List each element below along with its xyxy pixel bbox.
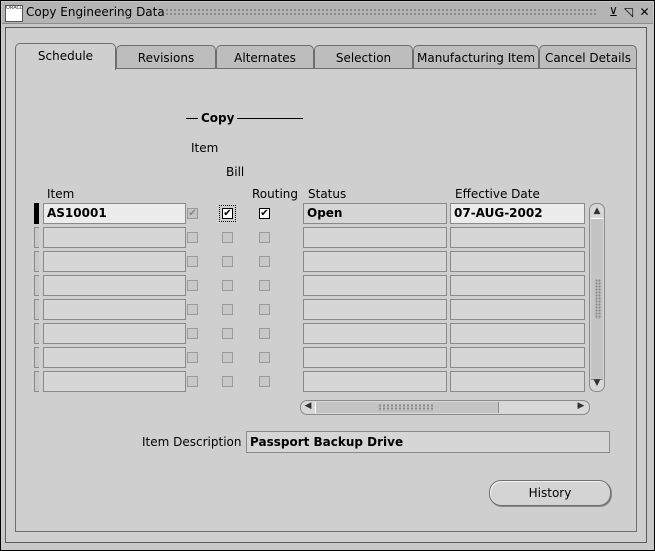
tab-selection[interactable]: Selection bbox=[314, 45, 413, 68]
copy-routing-checkbox[interactable] bbox=[259, 280, 270, 291]
row-indicator[interactable] bbox=[34, 227, 39, 248]
copy-bill-checkbox[interactable] bbox=[222, 376, 233, 387]
item-cell[interactable] bbox=[43, 323, 186, 344]
status-cell[interactable] bbox=[303, 299, 447, 320]
copy-bill-checkbox[interactable] bbox=[222, 256, 233, 267]
copy-item-checkbox[interactable] bbox=[187, 376, 198, 387]
tab-schedule[interactable]: Schedule bbox=[15, 43, 116, 70]
copy-group-title: Copy bbox=[201, 111, 235, 125]
tab-revisions[interactable]: Revisions bbox=[116, 45, 216, 68]
copy-routing-header: Routing bbox=[252, 187, 299, 201]
status-cell[interactable] bbox=[303, 347, 447, 368]
copy-item-checkbox[interactable] bbox=[187, 328, 198, 339]
item-cell[interactable] bbox=[43, 347, 186, 368]
effective-date-cell[interactable] bbox=[450, 227, 585, 248]
focus-indicator bbox=[219, 205, 236, 222]
effective-date-cell[interactable]: 07-AUG-2002 bbox=[450, 203, 585, 224]
maximize-icon[interactable]: ◹ bbox=[622, 5, 635, 19]
copy-item-checkbox[interactable] bbox=[187, 256, 198, 267]
item-description-field[interactable]: Passport Backup Drive bbox=[246, 431, 610, 453]
copy-routing-checkbox[interactable]: ✔ bbox=[259, 208, 270, 219]
copy-bill-checkbox[interactable] bbox=[222, 304, 233, 315]
copy-group-line-left bbox=[186, 118, 198, 119]
status-cell[interactable] bbox=[303, 371, 447, 392]
tab-cancel-details[interactable]: Cancel Details bbox=[539, 45, 637, 68]
horizontal-scroll-thumb[interactable] bbox=[315, 402, 499, 413]
row-indicator[interactable] bbox=[34, 275, 39, 296]
row-indicator[interactable] bbox=[34, 251, 39, 272]
close-icon[interactable]: ✕ bbox=[638, 5, 651, 19]
item-cell[interactable] bbox=[43, 371, 186, 392]
copy-routing-checkbox[interactable] bbox=[259, 232, 270, 243]
effective-date-cell[interactable] bbox=[450, 347, 585, 368]
copy-bill-header: Bill bbox=[226, 165, 245, 179]
row-indicator[interactable] bbox=[34, 299, 39, 320]
row-indicator[interactable] bbox=[34, 371, 39, 392]
copy-routing-checkbox[interactable] bbox=[259, 376, 270, 387]
item-cell[interactable] bbox=[43, 227, 186, 248]
copy-item-header: Item bbox=[191, 141, 219, 155]
item-description-label: Item Description bbox=[142, 435, 242, 449]
copy-routing-checkbox[interactable] bbox=[259, 304, 270, 315]
copy-routing-checkbox[interactable] bbox=[259, 328, 270, 339]
copy-bill-checkbox[interactable] bbox=[222, 328, 233, 339]
status-cell[interactable] bbox=[303, 227, 447, 248]
copy-routing-checkbox[interactable] bbox=[259, 256, 270, 267]
copy-item-checkbox[interactable]: ✔ bbox=[187, 208, 198, 219]
oracle-app-icon: ORACLE bbox=[5, 5, 23, 22]
copy-routing-checkbox[interactable] bbox=[259, 352, 270, 363]
row-indicator[interactable] bbox=[34, 203, 39, 224]
effective-date-cell[interactable] bbox=[450, 275, 585, 296]
row-indicator[interactable] bbox=[34, 347, 39, 368]
item-cell[interactable] bbox=[43, 275, 186, 296]
tab-alternates[interactable]: Alternates bbox=[216, 45, 314, 68]
effective-date-cell[interactable] bbox=[450, 371, 585, 392]
item-column-header: Item bbox=[47, 187, 75, 201]
copy-item-checkbox[interactable] bbox=[187, 304, 198, 315]
horizontal-scrollbar[interactable]: ◀ ▶ bbox=[300, 400, 590, 415]
copy-bill-checkbox[interactable] bbox=[222, 232, 233, 243]
horizontal-scroll-grip bbox=[378, 404, 434, 411]
item-cell[interactable]: AS10001 bbox=[43, 203, 186, 224]
copy-group-line-right bbox=[237, 118, 303, 119]
status-cell[interactable] bbox=[303, 251, 447, 272]
vertical-scroll-grip bbox=[595, 279, 601, 319]
copy-item-checkbox[interactable] bbox=[187, 280, 198, 291]
copy-bill-checkbox[interactable] bbox=[222, 280, 233, 291]
scroll-right-icon[interactable]: ▶ bbox=[575, 400, 587, 413]
item-cell[interactable] bbox=[43, 299, 186, 320]
history-button[interactable]: History bbox=[489, 480, 611, 506]
status-cell[interactable] bbox=[303, 275, 447, 296]
tab-manufacturing-item[interactable]: Manufacturing Item bbox=[413, 45, 539, 68]
scroll-up-icon[interactable]: ▲ bbox=[591, 204, 603, 218]
item-cell[interactable] bbox=[43, 251, 186, 272]
title-bar[interactable]: ORACLE Copy Engineering Data ⊻ ◹ ✕ bbox=[2, 2, 653, 24]
vertical-scroll-thumb[interactable] bbox=[591, 218, 603, 380]
status-cell[interactable]: Open bbox=[303, 203, 447, 224]
effective-date-cell[interactable] bbox=[450, 323, 585, 344]
vertical-scrollbar[interactable]: ▲ ▼ bbox=[589, 203, 605, 392]
window-title: Copy Engineering Data bbox=[26, 5, 165, 19]
copy-item-checkbox[interactable] bbox=[187, 352, 198, 363]
effective-date-cell[interactable] bbox=[450, 299, 585, 320]
minimize-icon[interactable]: ⊻ bbox=[607, 5, 620, 19]
effective-date-column-header: Effective Date bbox=[455, 187, 540, 201]
scroll-left-icon[interactable]: ◀ bbox=[302, 400, 314, 413]
row-indicator[interactable] bbox=[34, 323, 39, 344]
copy-bill-checkbox[interactable] bbox=[222, 352, 233, 363]
effective-date-cell[interactable] bbox=[450, 251, 585, 272]
title-bar-grip bbox=[165, 8, 597, 17]
scroll-down-icon[interactable]: ▼ bbox=[591, 376, 603, 390]
status-cell[interactable] bbox=[303, 323, 447, 344]
copy-item-checkbox[interactable] bbox=[187, 232, 198, 243]
status-column-header: Status bbox=[308, 187, 347, 201]
